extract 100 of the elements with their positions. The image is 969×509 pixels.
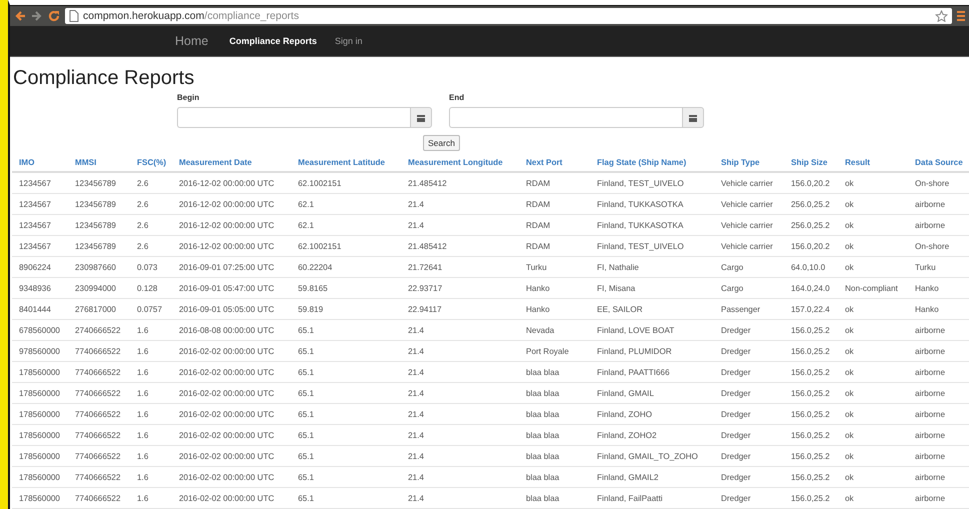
table-cell: RDAM — [519, 194, 590, 214]
table-cell: 21.4 — [401, 340, 519, 362]
address-bar[interactable]: compmon.herokuapp.com/compliance_reports — [65, 8, 952, 24]
table-cell: 0.073 — [130, 256, 172, 278]
table-cell: blaa blaa — [519, 404, 590, 424]
date-field[interactable] — [177, 107, 410, 128]
table-cell: On-shore — [908, 236, 969, 256]
table-cell: Hanko — [519, 278, 590, 298]
table-cell: blaa blaa — [519, 488, 590, 508]
table-cell: 178560000 — [12, 382, 68, 404]
calendar-icon — [417, 114, 425, 122]
table-cell: 1.6 — [130, 340, 172, 362]
table-cell: blaa blaa — [519, 466, 590, 488]
table-cell: 123456789 — [68, 236, 130, 256]
column-header[interactable]: Measurement Longitude — [401, 153, 519, 172]
column-header[interactable]: Ship Type — [714, 153, 784, 172]
table-cell: Non-compliant — [838, 278, 908, 298]
table-cell: 21.4 — [401, 214, 519, 236]
table-cell: 7740666522 — [68, 488, 130, 508]
table-cell: 2016-09-01 05:05:00 UTC — [172, 298, 291, 320]
table-cell: 64.0,10.0 — [784, 256, 838, 278]
table-cell: FI, Nathalie — [590, 256, 714, 278]
table-cell: 1.6 — [130, 446, 172, 466]
table-cell: 65.1 — [291, 382, 401, 404]
column-header[interactable]: IMO — [12, 153, 68, 172]
field-label: Begin — [177, 93, 200, 102]
table-cell: 1234567 — [12, 236, 68, 256]
table-cell: 21.4 — [401, 382, 519, 404]
star-icon[interactable] — [935, 10, 948, 22]
table-cell: airborne — [908, 320, 969, 340]
table-cell: 164.0,24.0 — [784, 278, 838, 298]
table-cell: blaa blaa — [519, 446, 590, 466]
column-header[interactable]: Flag State (Ship Name) — [590, 153, 714, 172]
table-cell: Dredger — [714, 382, 784, 404]
table-cell: Vehicle carrier — [714, 172, 784, 194]
table-cell: 2016-02-02 00:00:00 UTC — [172, 404, 291, 424]
table-cell: 7740666522 — [68, 466, 130, 488]
table-cell: Hanko — [519, 298, 590, 320]
nav-link[interactable]: Compliance Reports — [220, 36, 326, 46]
table-cell: Finland, PLUMIDOR — [590, 340, 714, 362]
column-header[interactable]: Ship Size — [784, 153, 838, 172]
nav-link[interactable]: Sign in — [326, 36, 372, 46]
table-cell: On-shore — [908, 172, 969, 194]
column-header[interactable]: MMSI — [68, 153, 130, 172]
table-cell: airborne — [908, 404, 969, 424]
table-cell: 2.6 — [130, 214, 172, 236]
table-cell: ok — [838, 256, 908, 278]
table-cell: 1234567 — [12, 194, 68, 214]
table-cell: 59.8165 — [291, 278, 401, 298]
table-cell: Nevada — [519, 320, 590, 340]
table-cell: 21.4 — [401, 466, 519, 488]
table-cell: Turku — [519, 256, 590, 278]
column-header[interactable]: Result — [838, 153, 908, 172]
table-cell: Port Royale — [519, 340, 590, 362]
search-button[interactable]: Search — [423, 135, 460, 151]
table-cell: ok — [838, 340, 908, 362]
table-cell: 62.1 — [291, 214, 401, 236]
table-cell: blaa blaa — [519, 424, 590, 446]
table-cell: 1.6 — [130, 382, 172, 404]
table-cell: Finland, GMAIL — [590, 382, 714, 404]
table-cell: Finland, PAATTI666 — [590, 362, 714, 382]
table-cell: 21.72641 — [401, 256, 519, 278]
table-cell: 156.0,25.2 — [784, 446, 838, 466]
table-cell: Hanko — [908, 298, 969, 320]
reload-icon[interactable] — [48, 10, 60, 22]
table-cell: 1.6 — [130, 320, 172, 340]
table-cell: Dredger — [714, 320, 784, 340]
table-cell: 123456789 — [68, 214, 130, 236]
table-cell: 2016-02-02 00:00:00 UTC — [172, 382, 291, 404]
column-header[interactable]: Measurement Date — [172, 153, 291, 172]
table-cell: ok — [838, 194, 908, 214]
table-cell: 2.6 — [130, 194, 172, 214]
menu-icon[interactable] — [957, 10, 965, 22]
column-header[interactable]: Data Source — [908, 153, 969, 172]
table-cell: Finland, GMAIL_TO_ZOHO — [590, 446, 714, 466]
table-cell: 156.0,25.2 — [784, 320, 838, 340]
calendar-button[interactable] — [682, 107, 704, 128]
table-cell: 156.0,25.2 — [784, 488, 838, 508]
table-cell: Dredger — [714, 488, 784, 508]
table-cell: 0.0757 — [130, 298, 172, 320]
column-header[interactable]: FSC(%) — [130, 153, 172, 172]
table-cell: airborne — [908, 446, 969, 466]
table-cell: 178560000 — [12, 404, 68, 424]
table-cell: 21.4 — [401, 362, 519, 382]
table-cell: 156.0,25.2 — [784, 424, 838, 446]
back-icon[interactable] — [14, 10, 26, 22]
table-cell: 2016-12-02 00:00:00 UTC — [172, 236, 291, 256]
home-link[interactable]: Home — [166, 34, 220, 48]
table-cell: 123456789 — [68, 194, 130, 214]
table-cell: Finland, TEST_UIVELO — [590, 172, 714, 194]
table-cell: 1.6 — [130, 424, 172, 446]
column-header[interactable]: Measurement Latitude — [291, 153, 401, 172]
date-field[interactable] — [449, 107, 682, 128]
calendar-button[interactable] — [410, 107, 432, 128]
table-cell: Dredger — [714, 446, 784, 466]
column-header[interactable]: Next Port — [519, 153, 590, 172]
calendar-icon — [689, 114, 697, 122]
table-cell: 7740666522 — [68, 340, 130, 362]
table-cell: airborne — [908, 362, 969, 382]
url-path: /compliance_reports — [204, 10, 299, 22]
